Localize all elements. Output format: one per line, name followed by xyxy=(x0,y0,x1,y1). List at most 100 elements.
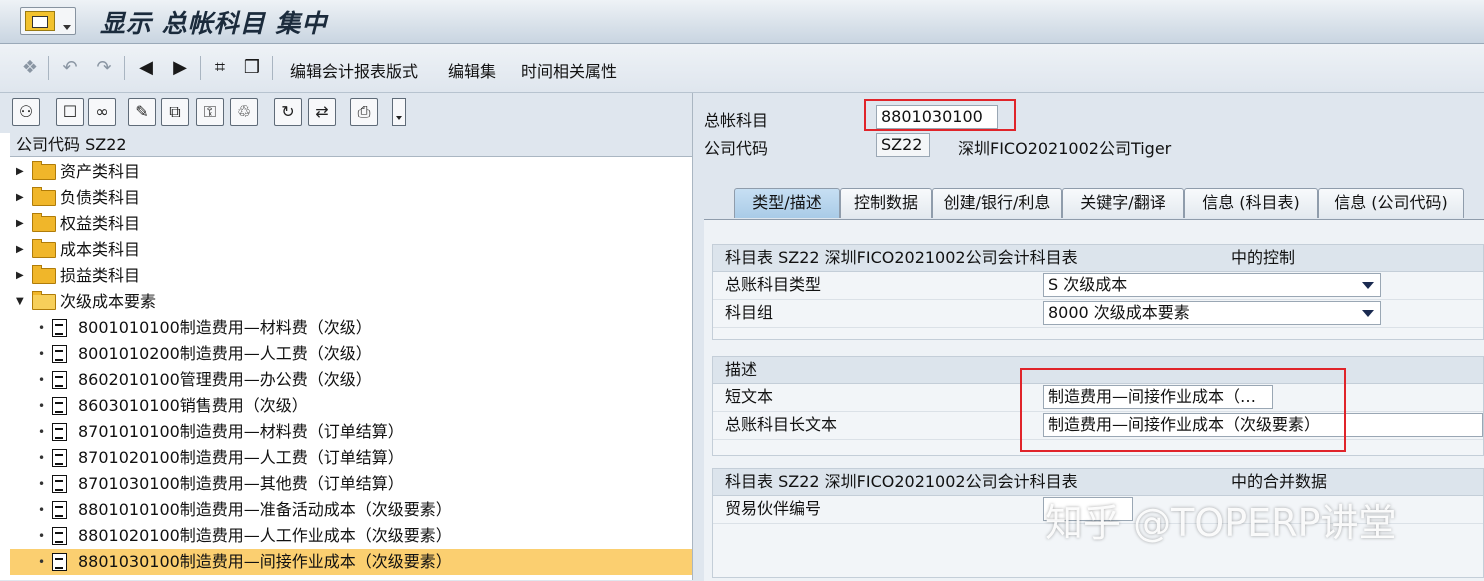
tree-folder[interactable]: ▶ 权益类科目 xyxy=(10,211,692,237)
tree-item-label: 8001010100制造费用—材料费（次级） xyxy=(78,318,372,337)
display-glasses-icon[interactable]: ∞ xyxy=(88,98,116,126)
expand-arrow-icon[interactable]: ▶ xyxy=(16,211,26,237)
tab-type-description[interactable]: 类型/描述 xyxy=(734,188,840,218)
tree-folder[interactable]: ▶ 成本类科目 xyxy=(10,237,692,263)
toolbar-separator xyxy=(200,56,201,80)
tree-item-label: 8701020100制造费用—人工费（订单结算） xyxy=(78,448,404,467)
page-title: 显示 总帐科目 集中 xyxy=(100,9,328,38)
account-group-select[interactable]: 8000 次级成本要素 xyxy=(1043,301,1381,325)
print-dropdown-icon[interactable] xyxy=(392,98,406,126)
folder-icon xyxy=(32,187,56,206)
collapse-arrow-icon[interactable]: ▼ xyxy=(16,289,26,315)
document-icon xyxy=(52,501,67,519)
tree-item-label: 8801030100制造费用—间接作业成本（次级要素） xyxy=(78,552,452,571)
tab-info-chart-of-accounts[interactable]: 信息 (科目表) xyxy=(1184,188,1318,218)
expand-arrow-icon[interactable]: ▶ xyxy=(16,263,26,289)
lock-icon[interactable]: ⚿ xyxy=(196,98,224,126)
system-menu-button[interactable] xyxy=(20,7,76,35)
folder-label: 成本类科目 xyxy=(60,240,141,259)
tree-item-label: 8001010200制造费用—人工费（次级） xyxy=(78,344,372,363)
folder-label: 损益类科目 xyxy=(60,266,141,285)
dropdown-arrow-icon[interactable] xyxy=(1362,282,1374,289)
display-document-icon[interactable]: ❒ xyxy=(240,56,264,80)
tree-item-selected[interactable]: • 8801030100制造费用—间接作业成本（次级要素） xyxy=(10,549,692,575)
document-icon xyxy=(52,319,67,337)
account-group-label: 科目组 xyxy=(725,303,774,322)
open-folder-icon xyxy=(32,291,56,310)
expand-arrow-icon[interactable]: ▶ xyxy=(16,237,26,263)
document-icon xyxy=(52,371,67,389)
document-icon xyxy=(52,397,67,415)
pane-splitter[interactable] xyxy=(692,93,700,580)
time-dependent-attributes-button[interactable]: 时间相关属性 xyxy=(521,58,617,82)
highlight-box xyxy=(864,99,1016,131)
tab-keyword-translation[interactable]: 关键字/翻译 xyxy=(1062,188,1184,218)
tree-item[interactable]: • 8603010100销售费用（次级） xyxy=(10,393,692,419)
account-type-value: S 次级成本 xyxy=(1048,275,1128,294)
where-used-icon[interactable]: ⌗ xyxy=(208,56,232,80)
tree-folder[interactable]: ▶ 损益类科目 xyxy=(10,263,692,289)
long-text-label: 总账科目长文本 xyxy=(725,415,838,434)
tab-create-bank-interest[interactable]: 创建/银行/利息 xyxy=(932,188,1062,218)
account-group-row: 科目组 8000 次级成本要素 xyxy=(713,299,1483,328)
trash-icon[interactable]: ♲ xyxy=(230,98,258,126)
previous-arrow-icon[interactable]: ◀ xyxy=(134,56,158,80)
expand-arrow-icon[interactable]: ▶ xyxy=(16,159,26,185)
tab-info-company-code[interactable]: 信息 (公司代码) xyxy=(1318,188,1464,218)
company-code-field[interactable]: SZ22 xyxy=(876,133,930,157)
account-tree: ▶ 资产类科目 ▶ 负债类科目 ▶ 权益类科目 ▶ 成本类科目 ▶ 损益类科目 … xyxy=(10,159,692,575)
edit-financial-statement-version-button[interactable]: 编辑会计报表版式 xyxy=(290,58,418,82)
menu-dropdown-arrow-icon xyxy=(63,25,71,30)
dropdown-arrow-icon[interactable] xyxy=(1362,310,1374,317)
account-group-value: 8000 次级成本要素 xyxy=(1048,303,1190,322)
control-group-header: 科目表 SZ22 深圳FICO2021002公司会计科目表 中的控制 xyxy=(713,245,1483,272)
account-type-row: 总账科目类型 S 次级成本 xyxy=(713,271,1483,300)
account-type-select[interactable]: S 次级成本 xyxy=(1043,273,1381,297)
tree-item[interactable]: • 8801010100制造费用—准备活动成本（次级要素） xyxy=(10,497,692,523)
next-arrow-icon[interactable]: ▶ xyxy=(168,56,192,80)
tree-item-label: 8602010100管理费用—办公费（次级） xyxy=(78,370,372,389)
tree-item[interactable]: • 8602010100管理费用—办公费（次级） xyxy=(10,367,692,393)
short-text-label: 短文本 xyxy=(725,387,774,406)
edit-sets-button[interactable]: 编辑集 xyxy=(448,58,496,82)
tree-folder[interactable]: ▶ 负债类科目 xyxy=(10,185,692,211)
account-type-label: 总账科目类型 xyxy=(725,275,822,294)
print-icon[interactable]: ⎙ xyxy=(350,98,378,126)
tab-control-data[interactable]: 控制数据 xyxy=(840,188,932,218)
redo-icon[interactable]: ↷ xyxy=(92,56,116,80)
toolbar-separator xyxy=(124,56,125,80)
tree-item[interactable]: • 8001010200制造费用—人工费（次级） xyxy=(10,341,692,367)
folder-label: 权益类科目 xyxy=(60,214,141,233)
tree-folder[interactable]: ▶ 资产类科目 xyxy=(10,159,692,185)
expand-arrow-icon[interactable]: ▶ xyxy=(16,185,26,211)
toolbar-separator xyxy=(272,56,273,80)
tree-item[interactable]: • 8801020100制造费用—人工作业成本（次级要素） xyxy=(10,523,692,549)
tree-item[interactable]: • 8001010100制造费用—材料费（次级） xyxy=(10,315,692,341)
group-title-suffix: 中的控制 xyxy=(1231,248,1296,267)
document-icon xyxy=(52,527,67,545)
group-title: 科目表 SZ22 深圳FICO2021002公司会计科目表 xyxy=(725,248,1078,267)
company-code-label: 公司代码 xyxy=(704,139,769,158)
refresh-icon[interactable]: ↻ xyxy=(274,98,302,126)
copy-icon[interactable]: ⧉ xyxy=(161,98,189,126)
folder-icon xyxy=(32,161,56,180)
company-name: 深圳FICO2021002公司Tiger xyxy=(958,139,1172,158)
tree-item[interactable]: • 8701010100制造费用—材料费（订单结算） xyxy=(10,419,692,445)
group-title: 描述 xyxy=(725,360,758,379)
tree-item[interactable]: • 8701030100制造费用—其他费（订单结算） xyxy=(10,471,692,497)
folder-icon xyxy=(32,213,56,232)
tree-header: 公司代码 SZ22 xyxy=(10,133,692,157)
binoculars-icon[interactable]: ⚇ xyxy=(12,98,40,126)
other-object-icon[interactable]: ❖ xyxy=(18,56,42,80)
undo-icon[interactable]: ↶ xyxy=(58,56,82,80)
gl-account-label: 总帐科目 xyxy=(704,111,769,130)
sync-icon[interactable]: ⇄ xyxy=(308,98,336,126)
toolbar-separator xyxy=(48,56,49,80)
create-icon[interactable]: ☐ xyxy=(56,98,84,126)
folder-label: 负债类科目 xyxy=(60,188,141,207)
tree-folder-expanded[interactable]: ▼ 次级成本要素 xyxy=(10,289,692,315)
pencil-icon[interactable]: ✎ xyxy=(128,98,156,126)
tree-item[interactable]: • 8701020100制造费用—人工费（订单结算） xyxy=(10,445,692,471)
document-icon xyxy=(52,553,67,571)
tree-item-label: 8603010100销售费用（次级） xyxy=(78,396,308,415)
